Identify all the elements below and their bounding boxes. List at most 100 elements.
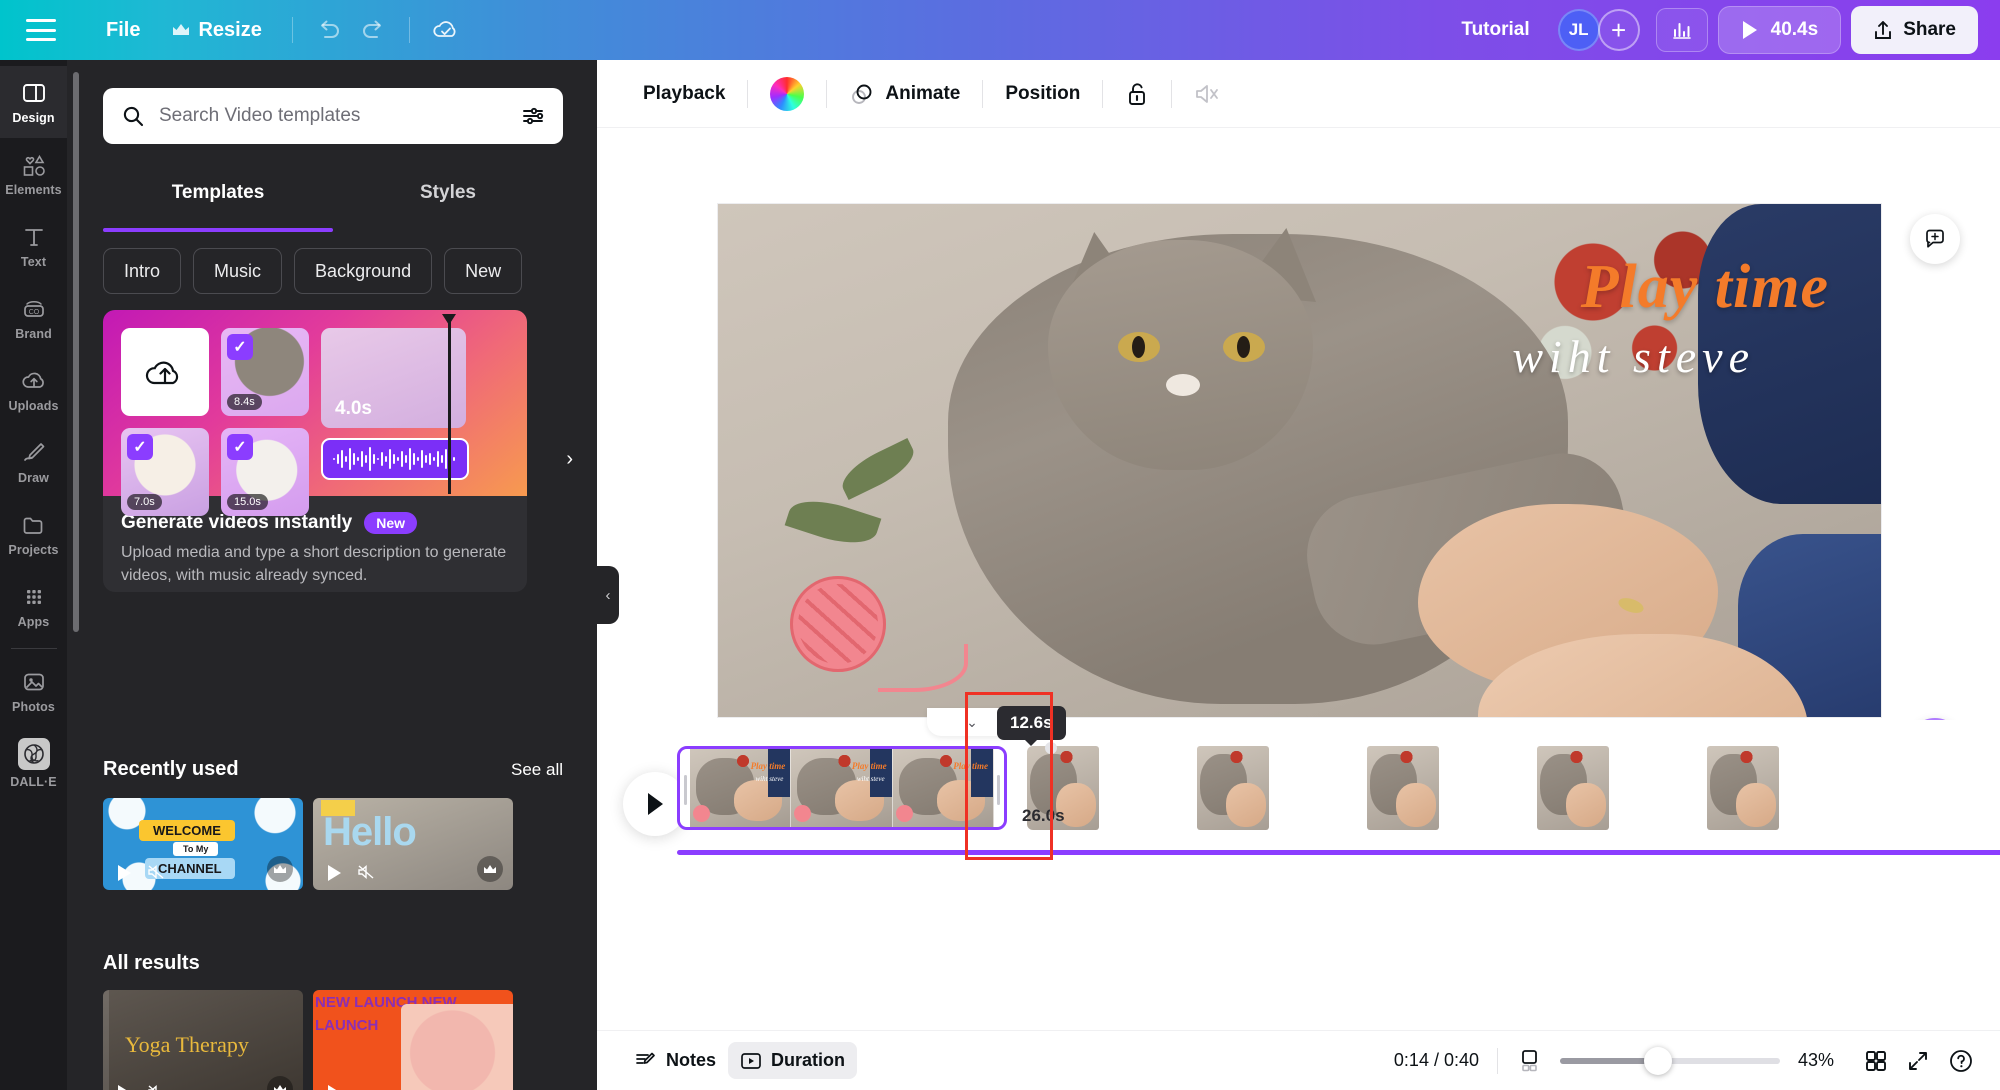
editor-area: Playback Animate Position Play time wiht… [597,60,2000,1090]
speaker-muted-icon [1194,82,1220,106]
layout-panel-icon [21,80,47,106]
selected-video-clip[interactable]: Play time wiht steve Play time wiht stev… [677,746,1007,830]
sidebar-item-label: Elements [5,182,62,197]
sidebar-item-text[interactable]: Text [0,210,67,282]
chevron-left-icon: ‹ [605,586,611,604]
animate-button[interactable]: Animate [827,71,982,117]
bottom-bar: Notes Duration 0:14 / 0:40 43% [597,1030,2000,1090]
undo-icon[interactable] [307,8,351,52]
chip-intro[interactable]: Intro [103,248,182,294]
stats-icon[interactable] [1655,8,1708,52]
timeline-filmstrip[interactable] [1027,746,2000,830]
promo-tile-duration: 15.0s [227,494,268,510]
canvas-title-main[interactable]: Play time [1581,252,1829,323]
chip-new[interactable]: New [444,248,523,294]
sidebar-item-apps[interactable]: Apps [0,570,67,642]
file-menu-button[interactable]: File [90,11,156,50]
fullscreen-expand-icon[interactable] [1906,1049,1930,1073]
playback-button[interactable]: Playback [621,73,747,115]
speaker-muted-icon[interactable] [357,864,375,880]
sidebar-item-elements[interactable]: Elements [0,138,67,210]
clip-frame-subtitle: wiht steve [755,774,784,783]
promo-artwork: ✓ 8.4s ✓ 7.0s ✓ 15.0s 4.0s [103,310,527,516]
search-bar[interactable] [103,88,563,144]
all-results-row-1: Yoga Therapy NEW LAUNCH NEW LAUNCH [103,990,513,1090]
promo-tile-duration: 8.4s [227,394,262,410]
clip-handle-left[interactable] [680,749,690,827]
sidebar-item-draw[interactable]: Draw [0,426,67,498]
canvas-title-sub[interactable]: wiht steve [1512,330,1755,383]
lock-button[interactable] [1103,71,1171,117]
grid-view-icon[interactable] [1864,1049,1888,1073]
sidebar-item-projects[interactable]: Projects [0,498,67,570]
promo-card-generate-videos[interactable]: ✓ 8.4s ✓ 7.0s ✓ 15.0s 4.0s Generate vide… [103,310,527,592]
resize-button[interactable]: Resize [156,11,277,50]
panel-scrollbar[interactable] [73,72,79,632]
preview-play-button[interactable]: 40.4s [1717,6,1842,54]
comment-button[interactable] [1910,214,1960,264]
thumb-text-line2: To My [173,842,219,856]
search-input[interactable] [159,105,507,127]
panel-collapse-handle[interactable]: ‹ [597,566,619,624]
speaker-muted-icon[interactable] [147,864,165,880]
tab-styles[interactable]: Styles [333,160,563,218]
clip-handle-right[interactable] [993,749,1004,827]
video-canvas[interactable]: Play time wiht steve [717,203,1882,718]
tutorial-button[interactable]: Tutorial [1443,11,1547,49]
add-collaborator-button[interactable]: + [1597,9,1640,51]
zoom-slider[interactable] [1560,1046,1780,1075]
list-item[interactable]: NEW LAUNCH NEW LAUNCH [313,990,513,1090]
avatar[interactable]: JL [1557,9,1600,51]
search-icon [121,104,145,128]
sidebar-item-dalle[interactable]: DALL·E [0,727,67,799]
sidebar-item-label: Uploads [8,398,59,413]
color-swatch-button[interactable] [748,76,826,111]
cat-head [1048,240,1313,470]
sidebar-item-uploads[interactable]: Uploads [0,354,67,426]
redo-icon[interactable] [351,8,395,52]
list-item[interactable]: Yoga Therapy [103,990,303,1090]
position-button[interactable]: Position [983,73,1102,115]
mute-button[interactable] [1172,72,1242,116]
zoom-percent-label: 43% [1798,1050,1835,1070]
help-question-icon[interactable] [1948,1048,1974,1074]
chip-background[interactable]: Background [294,248,433,294]
sidebar-item-brand[interactable]: CO Brand [0,282,67,354]
hamburger-menu-icon[interactable] [26,19,56,41]
yarn-ball-sticker[interactable] [790,576,886,672]
rail-divider [10,648,57,649]
list-item[interactable]: WELCOME To My CHANNEL [103,798,303,890]
notes-button[interactable]: Notes [623,1042,728,1080]
play-icon[interactable] [115,864,133,882]
top-bar-right-group: Tutorial JL + 40.4s Share [1443,6,2000,54]
check-icon: ✓ [227,334,253,360]
cloud-saved-icon[interactable] [424,8,468,52]
chip-music[interactable]: Music [193,248,283,294]
zoom-slider-knob[interactable] [1643,1046,1672,1075]
svg-text:CO: CO [28,309,39,316]
animate-label: Animate [885,82,961,104]
clip-frame: Play time wiht steve [690,749,792,827]
promo-description: Upload media and type a short descriptio… [121,544,507,584]
promo-tile-clip: 4.0s [321,328,466,428]
speaker-muted-icon[interactable] [147,1084,165,1090]
list-item[interactable]: Hello [313,798,513,890]
sidebar-item-design[interactable]: Design [0,66,67,138]
promo-tile-duration: 7.0s [127,494,162,510]
tab-templates[interactable]: Templates [103,160,333,218]
page-view-icon[interactable] [1516,1048,1542,1074]
play-icon[interactable] [115,1084,133,1090]
playhead-cursor-dot[interactable] [1045,742,1057,754]
rainbow-color-wheel-icon [770,76,805,111]
share-button[interactable]: Share [1851,6,1978,54]
sidebar-item-label: Text [20,254,47,269]
play-icon[interactable] [325,864,343,882]
play-icon[interactable] [325,1084,343,1090]
sliders-filter-icon[interactable] [521,104,545,128]
sidebar-item-photos[interactable]: Photos [0,655,67,727]
see-all-link[interactable]: See all [511,760,563,780]
timeline-progress-track[interactable] [677,850,2000,855]
sidebar-item-label: Projects [8,542,59,557]
chevron-right-icon[interactable]: › [566,448,573,471]
duration-button[interactable]: Duration [728,1042,858,1079]
